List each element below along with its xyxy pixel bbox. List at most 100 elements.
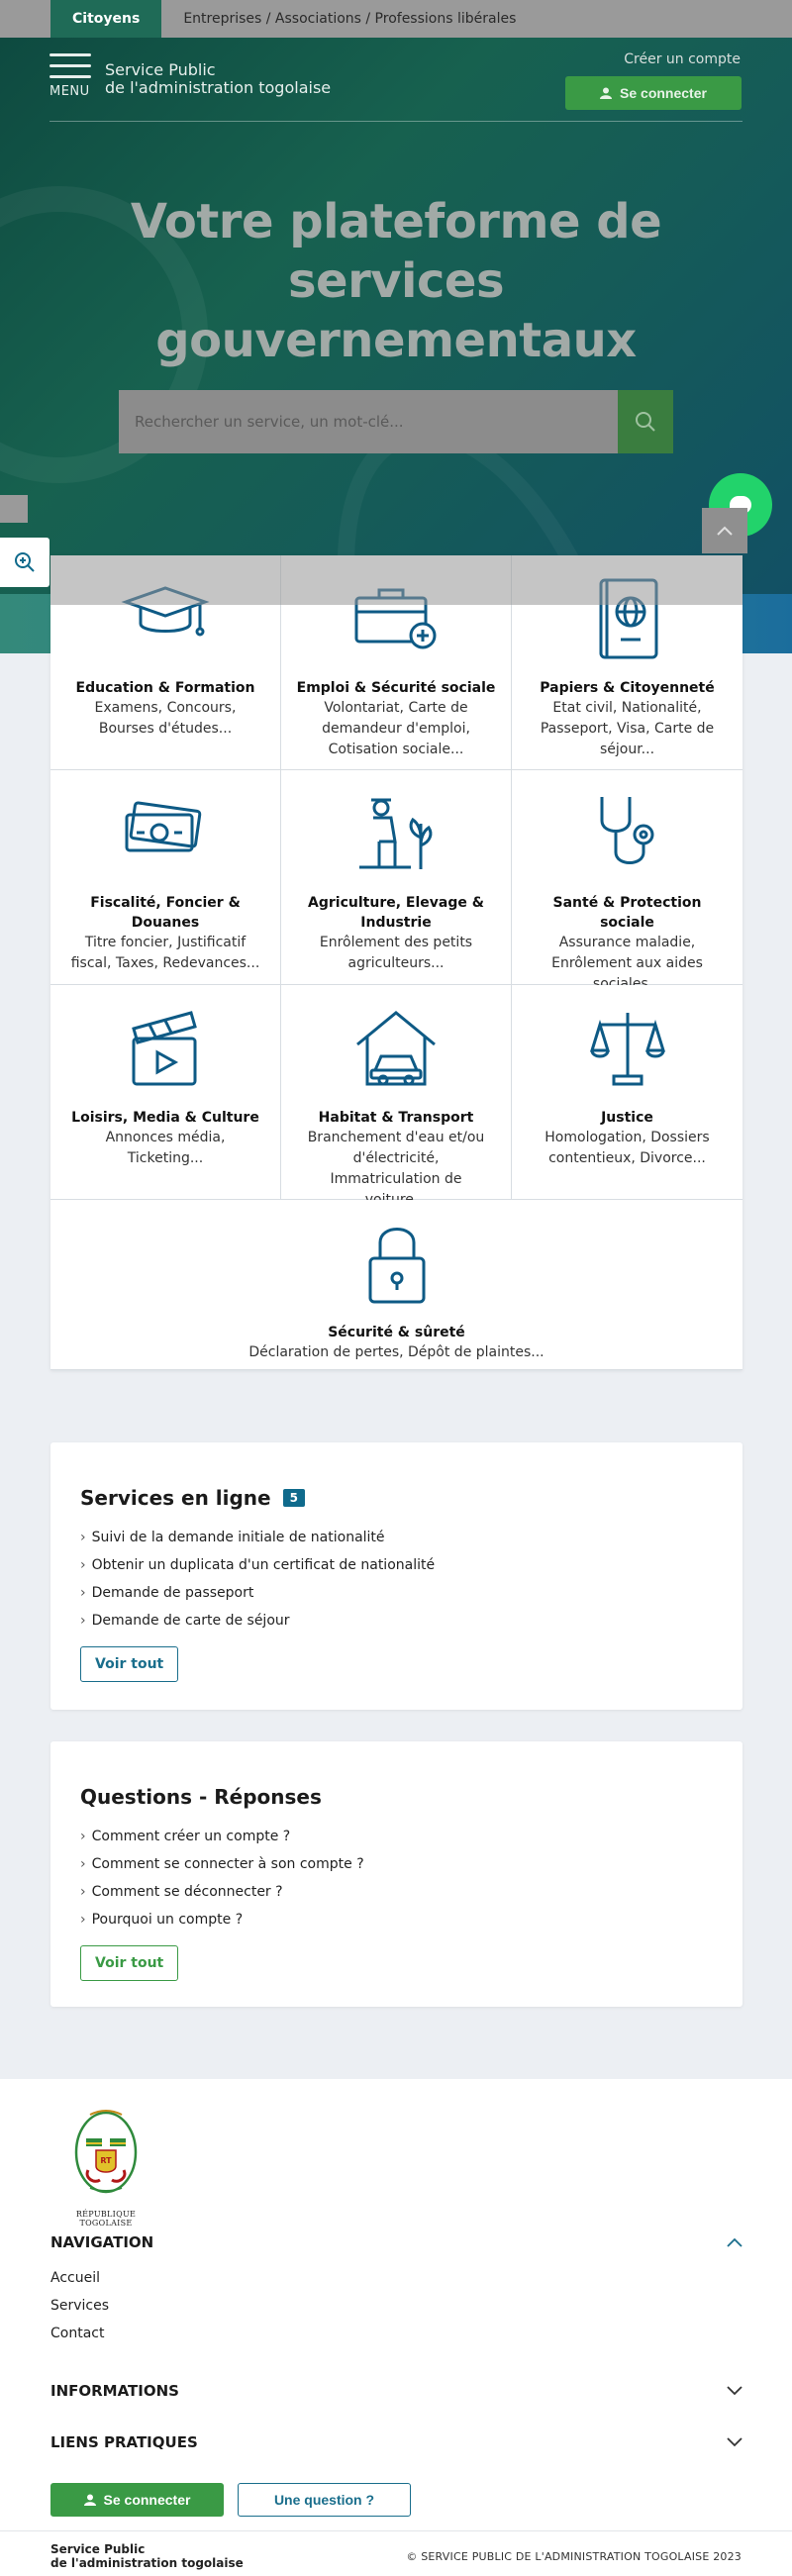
category-agriculture[interactable]: Agriculture, Elevage & Industrie Enrôlem… — [281, 770, 512, 985]
chevron-up-icon — [727, 2237, 742, 2247]
briefcase-icon — [354, 588, 437, 649]
page: { "topbar": { "tabs": [ {"label": "Citoy… — [0, 0, 792, 2576]
faq-card: Questions - Réponses Comment créer un co… — [50, 1741, 742, 2007]
hamburger-icon — [50, 53, 91, 56]
audience-tabs: Citoyens Entreprises / Associations / Pr… — [0, 0, 792, 38]
scales-icon — [589, 1013, 665, 1086]
menu-button[interactable]: MENU — [50, 53, 93, 99]
tab-entreprises[interactable]: Entreprises / Associations / Professions… — [161, 0, 538, 38]
graduation-cap-icon — [121, 586, 210, 637]
republic-logo: RT RÉPUBLIQUE TOGOLAISE — [50, 2105, 161, 2228]
list-item[interactable]: Comment se connecter à son compte ? — [80, 1850, 713, 1878]
search-icon — [636, 412, 655, 432]
category-desc: Annonces média, Ticketing... — [105, 1130, 226, 1166]
category-securite[interactable]: Sécurité & sûreté Déclaration de pertes,… — [50, 1200, 742, 1370]
footer-link-services[interactable]: Services — [50, 2298, 109, 2314]
category-desc: Déclaration de pertes, Dépôt de plaintes… — [248, 1344, 544, 1360]
search-button[interactable] — [618, 390, 673, 453]
footer-divider — [0, 2530, 792, 2531]
accessibility-toggle[interactable] — [0, 495, 28, 523]
footer-login-label: Se connecter — [103, 2492, 191, 2508]
footer-login-button[interactable]: Se connecter — [50, 2483, 224, 2517]
list-item[interactable]: Pourquoi un compte ? — [80, 1906, 713, 1933]
chevron-down-icon — [727, 2437, 742, 2447]
logo-caption: RÉPUBLIQUE TOGOLAISE — [75, 2210, 137, 2228]
category-papiers[interactable]: Papiers & Citoyenneté Etat civil, Nation… — [512, 555, 742, 770]
category-desc: Branchement d'eau et/ou d'électricité, I… — [307, 1130, 485, 1208]
list-item[interactable]: Comment se déconnecter ? — [80, 1878, 713, 1906]
brand-line2: de l'administration togolaise — [105, 78, 332, 97]
liens-pratiques-title: LIENS PRATIQUES — [50, 2433, 198, 2451]
category-title: Loisirs, Media & Culture — [71, 1110, 259, 1126]
category-sante[interactable]: Santé & Protection sociale Assurance mal… — [512, 770, 742, 992]
count-badge: 5 — [282, 1489, 305, 1507]
list-item[interactable]: Demande de passeport — [80, 1579, 713, 1607]
footer-brand: Service Public de l'administration togol… — [50, 2542, 244, 2570]
online-services-card: Services en ligne 5 Suivi de la demande … — [50, 1442, 742, 1710]
category-desc: Homologation, Dossiers contentieux, Divo… — [544, 1130, 710, 1166]
create-account-link[interactable]: Créer un compte — [624, 51, 741, 67]
category-desc: Volontariat, Carte de demandeur d'emploi… — [322, 700, 470, 757]
see-all-faq-button[interactable]: Voir tout — [80, 1945, 179, 1981]
category-desc: Etat civil, Nationalité, Passeport, Visa… — [540, 700, 715, 757]
category-title: Habitat & Transport — [318, 1110, 474, 1126]
house-car-icon — [356, 1011, 436, 1086]
category-desc: Examens, Concours, Bourses d'études... — [94, 700, 237, 737]
zoom-button[interactable] — [0, 538, 50, 587]
faq-list: Comment créer un compte ? Comment se con… — [80, 1823, 713, 1933]
footer-link-contact[interactable]: Contact — [50, 2326, 104, 2341]
faq-title: Questions - Réponses — [80, 1785, 322, 1809]
online-services-heading: Services en ligne 5 — [80, 1486, 713, 1510]
navigation-toggle[interactable]: NAVIGATION — [50, 2233, 742, 2251]
login-button[interactable]: Se connecter — [565, 76, 742, 110]
stethoscope-icon — [600, 797, 653, 864]
see-all-services-button[interactable]: Voir tout — [80, 1646, 179, 1682]
brand-line1: Service Public — [105, 60, 216, 79]
question-button[interactable]: Une question ? — [238, 2483, 411, 2517]
copyright: © SERVICE PUBLIC DE L'ADMINISTRATION TOG… — [406, 2550, 742, 2563]
footer-brand-line2: de l'administration togolaise — [50, 2556, 244, 2570]
liens-pratiques-toggle[interactable]: LIENS PRATIQUES — [50, 2433, 742, 2451]
category-title: Education & Formation — [75, 680, 255, 696]
category-title: Justice — [601, 1110, 653, 1126]
site-brand[interactable]: Service Public de l'administration togol… — [105, 61, 331, 97]
category-title: Santé & Protection sociale — [552, 895, 702, 931]
padlock-icon — [368, 1228, 425, 1304]
category-desc: Enrôlement des petits agriculteurs... — [319, 935, 473, 971]
category-title: Sécurité & sûreté — [328, 1325, 465, 1340]
category-fiscalite[interactable]: Fiscalité, Foncier & Douanes Titre fonci… — [50, 770, 281, 985]
coat-of-arms-icon: RT — [74, 2110, 138, 2194]
informations-toggle[interactable]: INFORMATIONS — [50, 2382, 742, 2400]
online-services-title: Services en ligne — [80, 1486, 271, 1510]
search-input[interactable] — [119, 390, 618, 453]
faq-heading: Questions - Réponses — [80, 1785, 713, 1809]
header-divider — [50, 121, 742, 122]
category-justice[interactable]: Justice Homologation, Dossiers contentie… — [512, 985, 742, 1200]
list-item[interactable]: Demande de carte de séjour — [80, 1607, 713, 1635]
category-loisirs[interactable]: Loisirs, Media & Culture Annonces média,… — [50, 985, 281, 1200]
search-bar — [119, 390, 673, 453]
categories-grid: Education & Formation Examens, Concours,… — [50, 555, 742, 1370]
category-emploi[interactable]: Emploi & Sécurité sociale Volontariat, C… — [281, 555, 512, 770]
zoom-icon — [15, 552, 35, 572]
category-habitat[interactable]: Habitat & Transport Branchement d'eau et… — [281, 985, 512, 1208]
scroll-top-button[interactable] — [702, 508, 747, 553]
informations-title: INFORMATIONS — [50, 2382, 179, 2400]
category-education[interactable]: Education & Formation Examens, Concours,… — [50, 555, 281, 770]
user-icon — [600, 87, 613, 99]
svg-text:RT: RT — [100, 2156, 112, 2165]
list-item[interactable]: Obtenir un duplicata d'un certificat de … — [80, 1551, 713, 1579]
list-item[interactable]: Suivi de la demande initiale de national… — [80, 1524, 713, 1551]
online-services-list: Suivi de la demande initiale de national… — [80, 1524, 713, 1635]
navigation-title: NAVIGATION — [50, 2233, 154, 2251]
list-item[interactable]: Comment créer un compte ? — [80, 1823, 713, 1850]
footer-link-accueil[interactable]: Accueil — [50, 2270, 100, 2286]
login-button-label: Se connecter — [620, 85, 707, 101]
passport-icon — [599, 578, 657, 659]
clapperboard-icon — [132, 1011, 197, 1086]
category-title: Agriculture, Elevage & Industrie — [308, 895, 484, 931]
user-icon — [83, 2494, 96, 2506]
tab-citoyens[interactable]: Citoyens — [50, 0, 162, 38]
menu-label: MENU — [50, 84, 90, 99]
category-desc: Titre foncier, Justificatif fiscal, Taxe… — [70, 935, 260, 971]
